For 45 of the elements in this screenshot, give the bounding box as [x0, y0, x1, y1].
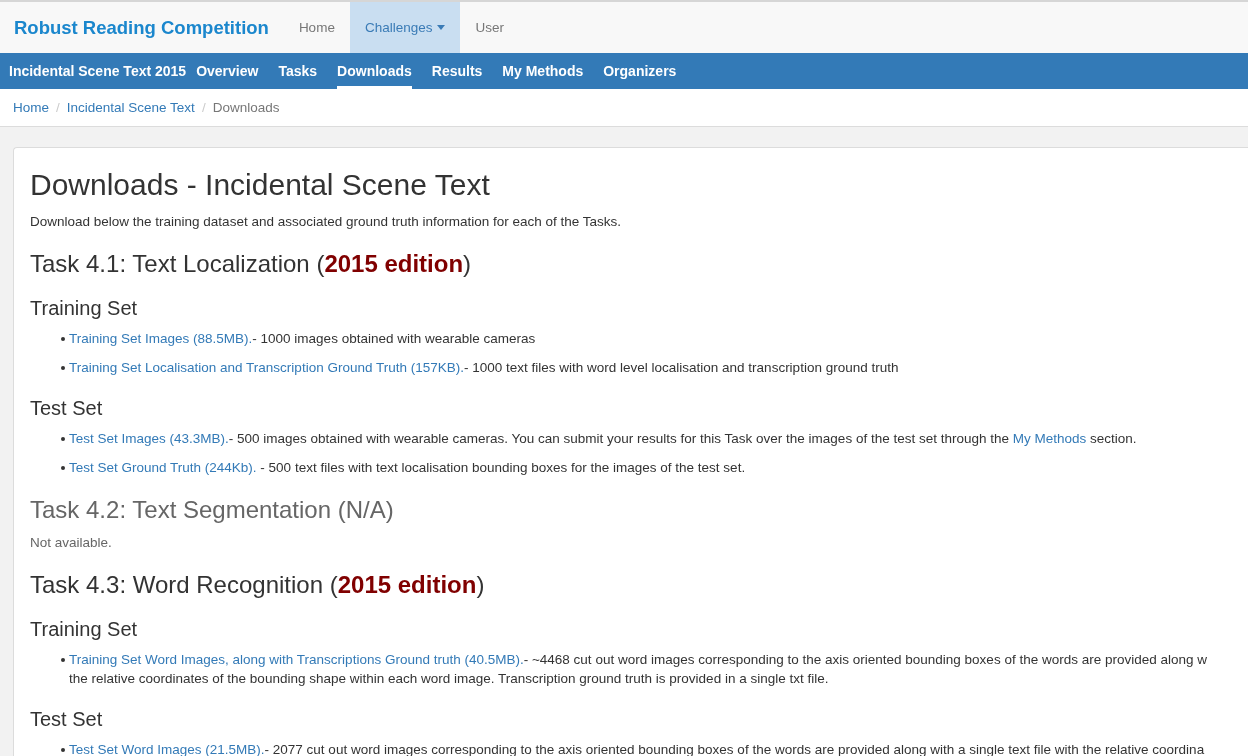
caret-icon: [437, 25, 446, 30]
download-link[interactable]: Training Set Images (88.5MB).: [69, 331, 253, 346]
set-heading: Test Set: [30, 708, 104, 730]
file-description: Training Set Word Images, along with Transcriptions Ground truth (40.5MB).- ~4468 cut out word images corresponding to the axis oriented bounding boxes of the words are provided along w the relative coordinates of the bounding shape within each word image. Transcription ground truth is provided in a single txt file.: [69, 651, 1207, 688]
page-title: Downloads - Incidental Scene Text: [30, 168, 491, 201]
task-heading: Task 4.1: Text Localization (2015 edition): [30, 251, 473, 277]
breadcrumb-link[interactable]: Home: [13, 98, 49, 117]
bullet-icon: [61, 466, 65, 470]
inline-link[interactable]: My Methods: [1012, 431, 1087, 446]
file-description: Training Set Localisation and Transcription Ground Truth (157KB).- 1000 text files with word level localisation and transcription ground truth: [69, 359, 899, 377]
brand-link[interactable]: Robust Reading Competition: [0, 2, 284, 53]
file-description: Test Set Images (43.3MB).- 500 images obtained with wearable cameras. You can submit your results for this Task over the images of the test set through the My Methods section.: [69, 430, 1137, 448]
breadcrumb-link[interactable]: Incidental Scene Text: [66, 98, 195, 117]
intro-text: Download below the training dataset and associated ground truth information for each of the Tasks.: [30, 213, 623, 231]
bullet-icon: [61, 437, 65, 441]
nav-tab[interactable]: Overview: [196, 53, 259, 89]
task-heading: Task 4.2: Text Segmentation (N/A): [30, 497, 395, 523]
download-link[interactable]: Training Set Word Images, along with Transcriptions Ground truth (40.5MB).: [69, 652, 524, 667]
nav-link[interactable]: Home: [283, 2, 350, 53]
file-description: Test Set Ground Truth (244Kb). - 500 text files with text localisation bounding boxes for the images of the test set.: [69, 459, 746, 477]
file-description: Training Set Images (88.5MB).- 1000 images obtained with wearable cameras: [69, 330, 536, 348]
bullet-icon: [61, 366, 65, 370]
bullet-icon: [61, 658, 65, 662]
breadcrumb-separator: /: [55, 99, 61, 117]
download-link[interactable]: Test Set Images (43.3MB).: [69, 431, 229, 446]
set-heading: Training Set: [30, 618, 139, 640]
nav-tab[interactable]: Tasks: [278, 53, 318, 89]
file-description: Test Set Word Images (21.5MB).- 2077 cut out word images corresponding to the axis oriented bounding boxes of the words are provided along with a single text file with the relative coordina: [69, 741, 1205, 756]
breadcrumb-separator: /: [200, 99, 207, 117]
bullet-icon: [61, 748, 65, 752]
download-link[interactable]: Training Set Localisation and Transcription Ground Truth (157KB).: [69, 360, 464, 375]
nav-tab[interactable]: Organizers: [603, 53, 677, 89]
nav-link[interactable]: Challenges: [349, 2, 461, 53]
download-link[interactable]: Test Set Ground Truth (244Kb).: [69, 460, 257, 475]
note-text: Not available.: [30, 534, 113, 552]
challenge-title-link[interactable]: Incidental Scene Text 2015: [0, 53, 187, 89]
task-heading: Task 4.3: Word Recognition (2015 edition): [30, 572, 486, 598]
bullet-icon: [61, 337, 65, 341]
breadcrumb-current: Downloads: [212, 99, 280, 117]
nav-tab[interactable]: My Methods: [502, 53, 584, 89]
nav-link[interactable]: User: [460, 2, 519, 53]
set-heading: Test Set: [30, 397, 104, 419]
download-link[interactable]: Test Set Word Images (21.5MB).: [69, 742, 265, 756]
nav-tab[interactable]: Results: [431, 53, 483, 89]
set-heading: Training Set: [30, 297, 139, 319]
